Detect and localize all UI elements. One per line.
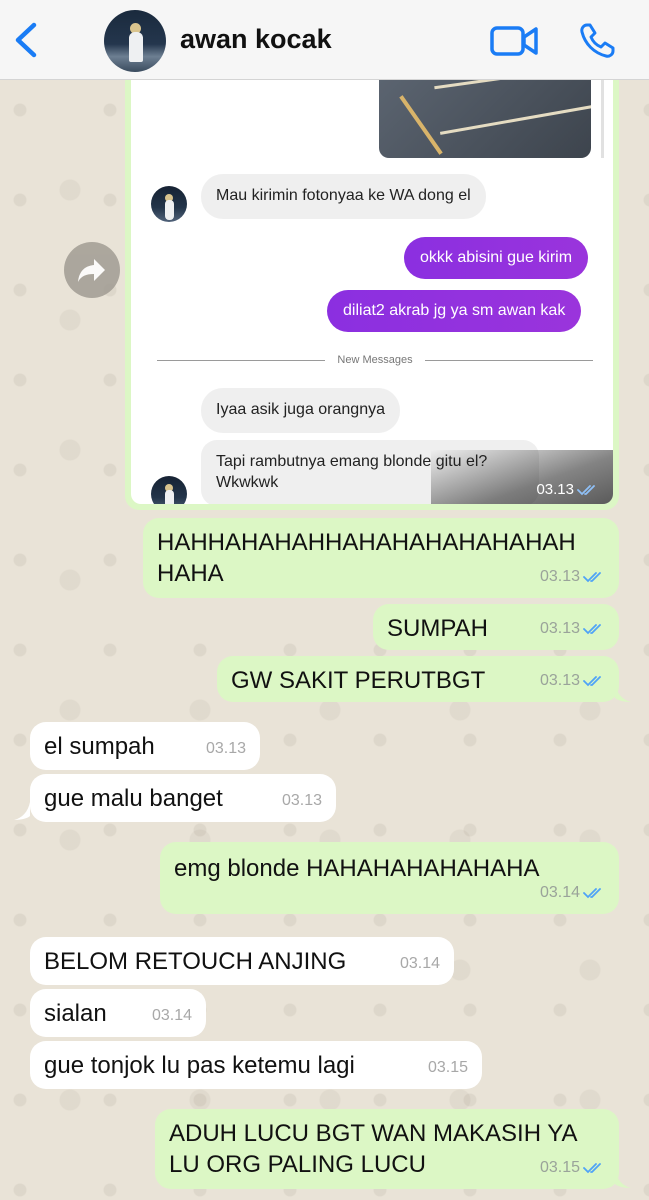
ig-avatar bbox=[151, 476, 187, 504]
message-time: 03.13 bbox=[536, 481, 599, 498]
forward-button[interactable] bbox=[64, 242, 120, 298]
bubble-tail bbox=[615, 684, 631, 702]
ig-incoming-message: Mau kirimin fotonyaa ke WA dong el bbox=[201, 174, 486, 219]
incoming-message[interactable]: sialan 03.14 bbox=[30, 989, 206, 1037]
chevron-left-icon[interactable] bbox=[12, 22, 42, 58]
outgoing-message[interactable]: ADUH LUCU BGT WAN MAKASIH YA LU ORG PALI… bbox=[155, 1109, 619, 1189]
outgoing-message[interactable]: SUMPAH 03.13 bbox=[373, 604, 619, 650]
message-text: BELOM RETOUCH ANJING bbox=[44, 948, 347, 975]
message-time: 03.13 bbox=[540, 561, 605, 592]
outgoing-message[interactable]: HAHHAHAHAHHAHAHAHAHAHAHAH HAHA 03.13 bbox=[143, 518, 619, 598]
phone-icon[interactable] bbox=[578, 22, 616, 60]
message-time: 03.14 bbox=[540, 877, 605, 908]
bubble-tail bbox=[615, 1170, 631, 1188]
incoming-message[interactable]: BELOM RETOUCH ANJING 03.14 bbox=[30, 937, 454, 985]
message-text: gue tonjok lu pas ketemu lagi bbox=[44, 1052, 355, 1079]
contact-name[interactable]: awan kocak bbox=[180, 24, 332, 55]
ig-outgoing-message: okkk abisini gue kirim bbox=[404, 237, 589, 279]
message-time: 03.15 bbox=[540, 1152, 605, 1183]
read-ticks-icon bbox=[583, 571, 601, 582]
message-time: 03.13 bbox=[540, 613, 605, 644]
message-text: HAHHAHAHAHHAHAHAHAHAHAHAH bbox=[157, 529, 576, 556]
video-camera-icon[interactable] bbox=[490, 24, 538, 58]
divider-label: New Messages bbox=[337, 354, 413, 366]
read-ticks-icon bbox=[583, 887, 601, 898]
read-ticks-icon bbox=[583, 623, 601, 634]
ig-outgoing-message: diliat2 akrab jg ya sm awan kak bbox=[327, 290, 582, 332]
contact-avatar[interactable] bbox=[104, 10, 166, 72]
read-ticks-icon bbox=[577, 484, 595, 495]
message-time: 03.14 bbox=[399, 955, 440, 972]
message-time: 03.15 bbox=[427, 1059, 468, 1076]
read-ticks-icon bbox=[583, 675, 601, 686]
new-messages-divider: New Messages bbox=[157, 350, 594, 370]
message-text: HAHA bbox=[157, 560, 224, 587]
message-text: ADUH LUCU BGT WAN MAKASIH YA bbox=[169, 1120, 578, 1147]
message-text: gue malu banget bbox=[44, 785, 223, 812]
ig-avatar bbox=[151, 186, 187, 222]
scrollbar bbox=[601, 80, 604, 158]
message-time: 03.13 bbox=[205, 740, 246, 757]
incoming-message[interactable]: el sumpah 03.13 bbox=[30, 722, 260, 770]
incoming-message[interactable]: gue malu banget 03.13 bbox=[30, 774, 336, 822]
incoming-message[interactable]: gue tonjok lu pas ketemu lagi 03.15 bbox=[30, 1041, 482, 1089]
instagram-dm-screenshot[interactable]: Mau kirimin fotonyaa ke WA dong el okkk … bbox=[131, 80, 613, 504]
message-time: 03.14 bbox=[151, 1007, 192, 1024]
outgoing-message[interactable]: GW SAKIT PERUTBGT 03.13 bbox=[217, 656, 619, 702]
message-time: 03.13 bbox=[540, 665, 605, 696]
message-time: 03.13 bbox=[281, 792, 322, 809]
shared-photo bbox=[379, 80, 591, 158]
chat-header: awan kocak bbox=[0, 0, 649, 80]
read-ticks-icon bbox=[583, 1162, 601, 1173]
forward-arrow-icon bbox=[78, 259, 105, 282]
ig-incoming-message: Iyaa asik juga orangnya bbox=[201, 388, 400, 433]
image-message-bubble[interactable]: Mau kirimin fotonyaa ke WA dong el okkk … bbox=[125, 80, 619, 510]
outgoing-message[interactable]: emg blonde HAHAHAHAHAHAHA 03.14 bbox=[160, 842, 619, 914]
bubble-tail bbox=[14, 802, 30, 820]
